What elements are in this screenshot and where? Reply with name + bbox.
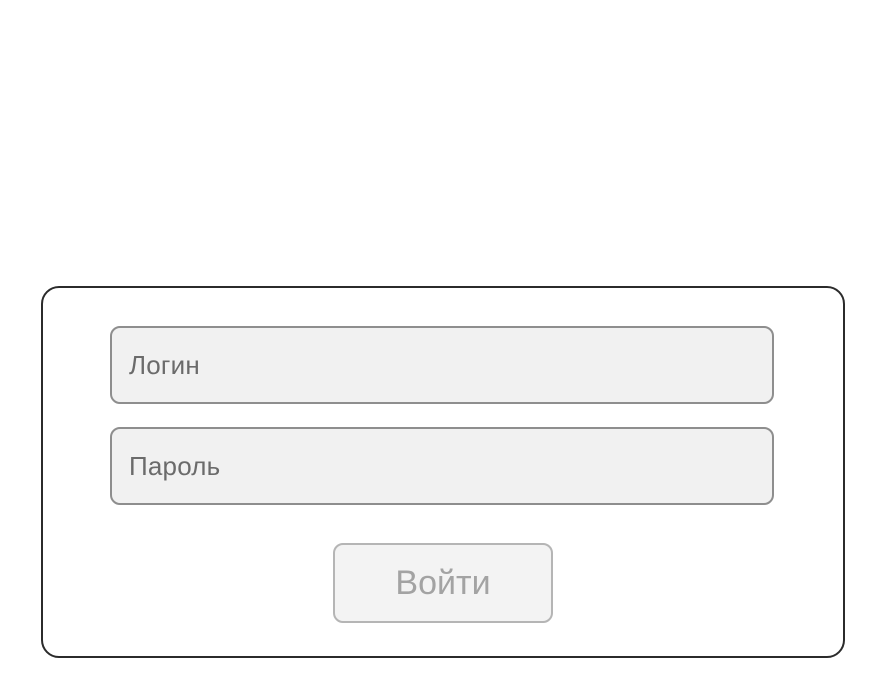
login-button-label: Войти xyxy=(395,563,491,602)
login-field[interactable]: Логин xyxy=(110,326,774,404)
password-field[interactable]: Пароль xyxy=(110,427,774,505)
page: Логин Пароль Войти xyxy=(0,0,888,700)
password-placeholder: Пароль xyxy=(129,450,221,481)
login-card: Логин Пароль Войти xyxy=(41,286,845,658)
login-button[interactable]: Войти xyxy=(333,543,553,623)
login-placeholder: Логин xyxy=(129,349,200,380)
